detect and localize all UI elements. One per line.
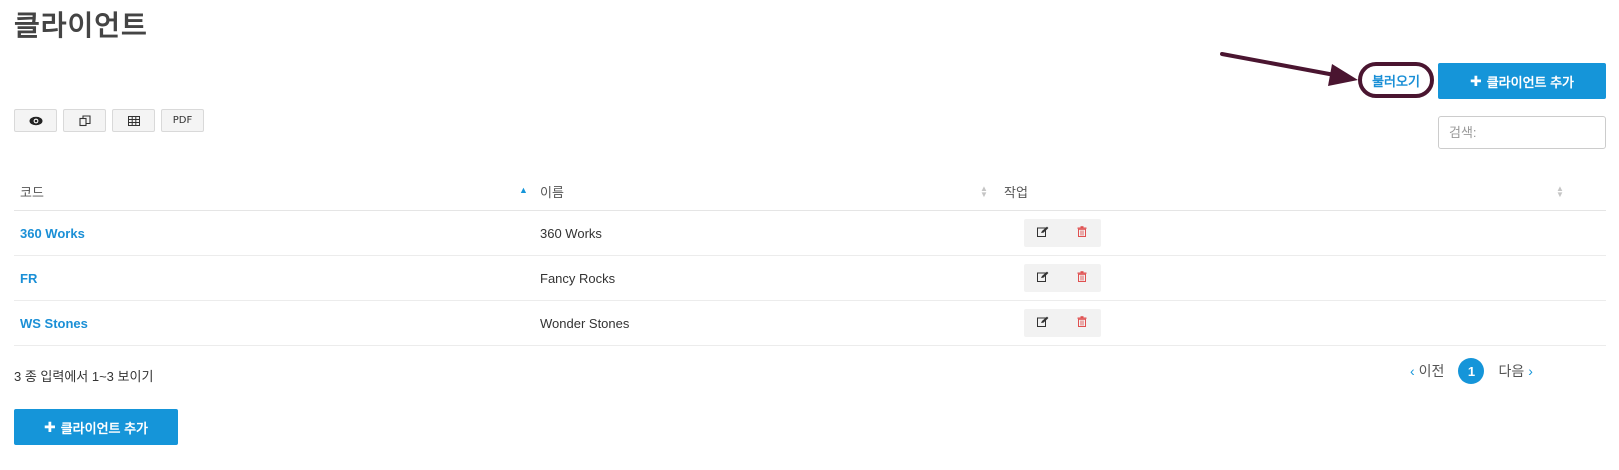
client-name: Wonder Stones xyxy=(540,315,630,331)
add-client-button-top[interactable]: ✚ 클라이언트 추가 xyxy=(1438,63,1606,99)
table-row: WS Stones Wonder Stones xyxy=(14,301,1606,346)
pdf-button[interactable]: PDF xyxy=(161,109,204,132)
table-icon xyxy=(127,115,140,126)
pdf-button-label: PDF xyxy=(172,115,193,126)
row-actions xyxy=(1024,309,1101,337)
next-page-label: 다음 xyxy=(1498,363,1525,379)
row-actions xyxy=(1024,219,1101,247)
annotation-arrow xyxy=(1220,52,1358,86)
trash-icon xyxy=(1077,314,1087,332)
trash-icon xyxy=(1077,224,1087,242)
client-name: 360 Works xyxy=(540,225,602,241)
sort-ascending-icon[interactable]: ▲ xyxy=(519,185,528,195)
table-row: 360 Works 360 Works xyxy=(14,211,1606,256)
edit-button[interactable] xyxy=(1024,309,1063,337)
add-client-label-bottom: 클라이언트 추가 xyxy=(60,420,149,436)
eye-icon xyxy=(29,116,43,126)
add-client-button-bottom[interactable]: ✚ 클라이언트 추가 xyxy=(14,409,178,445)
edit-button[interactable] xyxy=(1024,219,1063,247)
copy-icon xyxy=(78,114,91,127)
search-input[interactable] xyxy=(1438,116,1606,149)
chevron-right-icon: › xyxy=(1528,363,1533,379)
delete-button[interactable] xyxy=(1063,219,1102,247)
add-client-label-top: 클라이언트 추가 xyxy=(1486,74,1575,90)
prev-page-link[interactable]: ‹ 이전 xyxy=(1410,361,1444,381)
delete-button[interactable] xyxy=(1063,264,1102,292)
column-header-code[interactable]: 코드 xyxy=(20,172,44,210)
excel-button[interactable] xyxy=(112,109,155,132)
plus-icon: ✚ xyxy=(1469,72,1482,89)
client-code-link[interactable]: 360 Works xyxy=(20,226,85,241)
import-button[interactable]: 불러오기 xyxy=(1358,62,1434,98)
table-info: 3 종 입력에서 1~3 보이기 xyxy=(14,369,154,384)
client-code-link[interactable]: FR xyxy=(20,271,37,286)
copy-button[interactable] xyxy=(63,109,106,132)
chevron-left-icon: ‹ xyxy=(1410,363,1415,379)
edit-icon xyxy=(1037,224,1049,242)
client-name: Fancy Rocks xyxy=(540,270,616,286)
clients-table: 코드 ▲ 이름 ▲ ▼ 작업 ▲ ▼ 360 Works 360 Works FR … xyxy=(14,172,1606,346)
page-number-current[interactable]: 1 xyxy=(1458,358,1485,384)
next-page-link[interactable]: 다음 › xyxy=(1498,361,1532,381)
column-visibility-button[interactable] xyxy=(14,109,57,132)
sort-both-icon[interactable]: ▲ ▼ xyxy=(1556,185,1564,199)
export-toolbar: PDF xyxy=(14,109,204,132)
table-header-row: 코드 ▲ 이름 ▲ ▼ 작업 ▲ ▼ xyxy=(14,172,1606,211)
pagination: ‹ 이전 1 다음 › xyxy=(1410,358,1533,384)
plus-icon: ✚ xyxy=(43,418,56,435)
row-actions xyxy=(1024,264,1101,292)
column-header-action[interactable]: 작업 xyxy=(1004,172,1028,210)
client-code-link[interactable]: WS Stones xyxy=(20,316,88,331)
prev-page-label: 이전 xyxy=(1418,363,1445,379)
page-title: 클라이언트 xyxy=(14,10,148,41)
column-header-name[interactable]: 이름 xyxy=(540,172,564,210)
import-button-label: 불러오기 xyxy=(1372,73,1420,89)
edit-icon xyxy=(1037,314,1049,332)
edit-icon xyxy=(1037,269,1049,287)
delete-button[interactable] xyxy=(1063,309,1102,337)
table-row: FR Fancy Rocks xyxy=(14,256,1606,301)
sort-both-icon[interactable]: ▲ ▼ xyxy=(980,185,988,199)
trash-icon xyxy=(1077,269,1087,287)
edit-button[interactable] xyxy=(1024,264,1063,292)
